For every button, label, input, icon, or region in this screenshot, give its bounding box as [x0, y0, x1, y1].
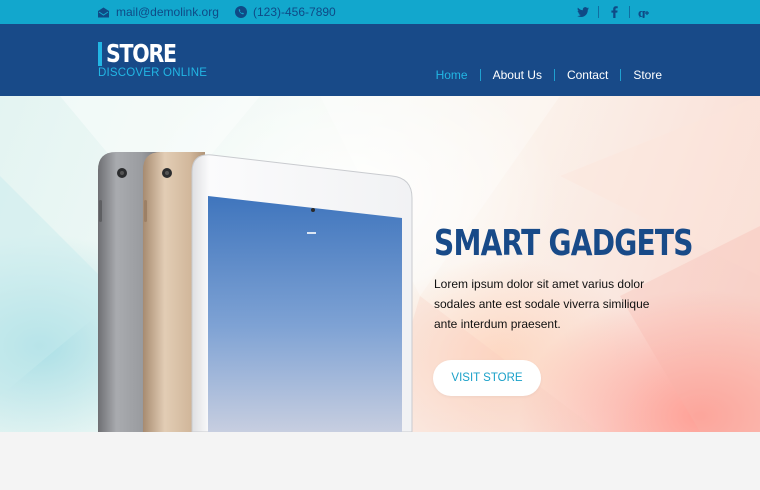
hero-title: SMART GADGETS: [434, 223, 694, 264]
svg-text:g: g: [638, 7, 646, 18]
main-nav: Home About Us Contact Store: [424, 68, 662, 82]
nav-divider: [620, 69, 622, 81]
logo-accent-bar: [98, 42, 102, 66]
twitter-icon[interactable]: [568, 0, 598, 24]
top-bar: mail@demolink.org (123)-456-7890 g: [0, 0, 760, 24]
social-divider: [598, 6, 599, 18]
content-area: [0, 432, 760, 490]
email-text: mail@demolink.org: [116, 5, 219, 19]
nav-divider: [479, 69, 481, 81]
email-contact[interactable]: mail@demolink.org: [97, 0, 219, 24]
social-links: g: [568, 0, 660, 24]
phone-contact[interactable]: (123)-456-7890: [235, 0, 336, 24]
logo[interactable]: STORE DISCOVER ONLINE: [98, 40, 207, 79]
nav-item-home[interactable]: Home: [424, 68, 480, 82]
brand-tagline: DISCOVER ONLINE: [98, 67, 208, 79]
phone-icon: [235, 6, 247, 18]
ipad-devices-illustration: [98, 152, 413, 432]
phone-text: (123)-456-7890: [253, 5, 336, 19]
visit-store-button[interactable]: VISIT STORE: [433, 360, 541, 396]
main-header: STORE DISCOVER ONLINE Home About Us Cont…: [0, 24, 760, 96]
brand-name: STORE: [106, 39, 177, 68]
envelope-icon: [98, 7, 109, 17]
nav-item-contact[interactable]: Contact: [555, 68, 620, 82]
hero-description: Lorem ipsum dolor sit amet varius dolor …: [434, 277, 650, 331]
nav-item-store[interactable]: Store: [621, 68, 662, 82]
social-divider: [629, 6, 630, 18]
nav-item-about-us[interactable]: About Us: [481, 68, 554, 82]
hero-text-block: SMART GADGETS: [434, 222, 694, 266]
nav-divider: [553, 69, 555, 81]
google-plus-icon[interactable]: g: [630, 0, 660, 24]
facebook-icon[interactable]: [599, 0, 629, 24]
